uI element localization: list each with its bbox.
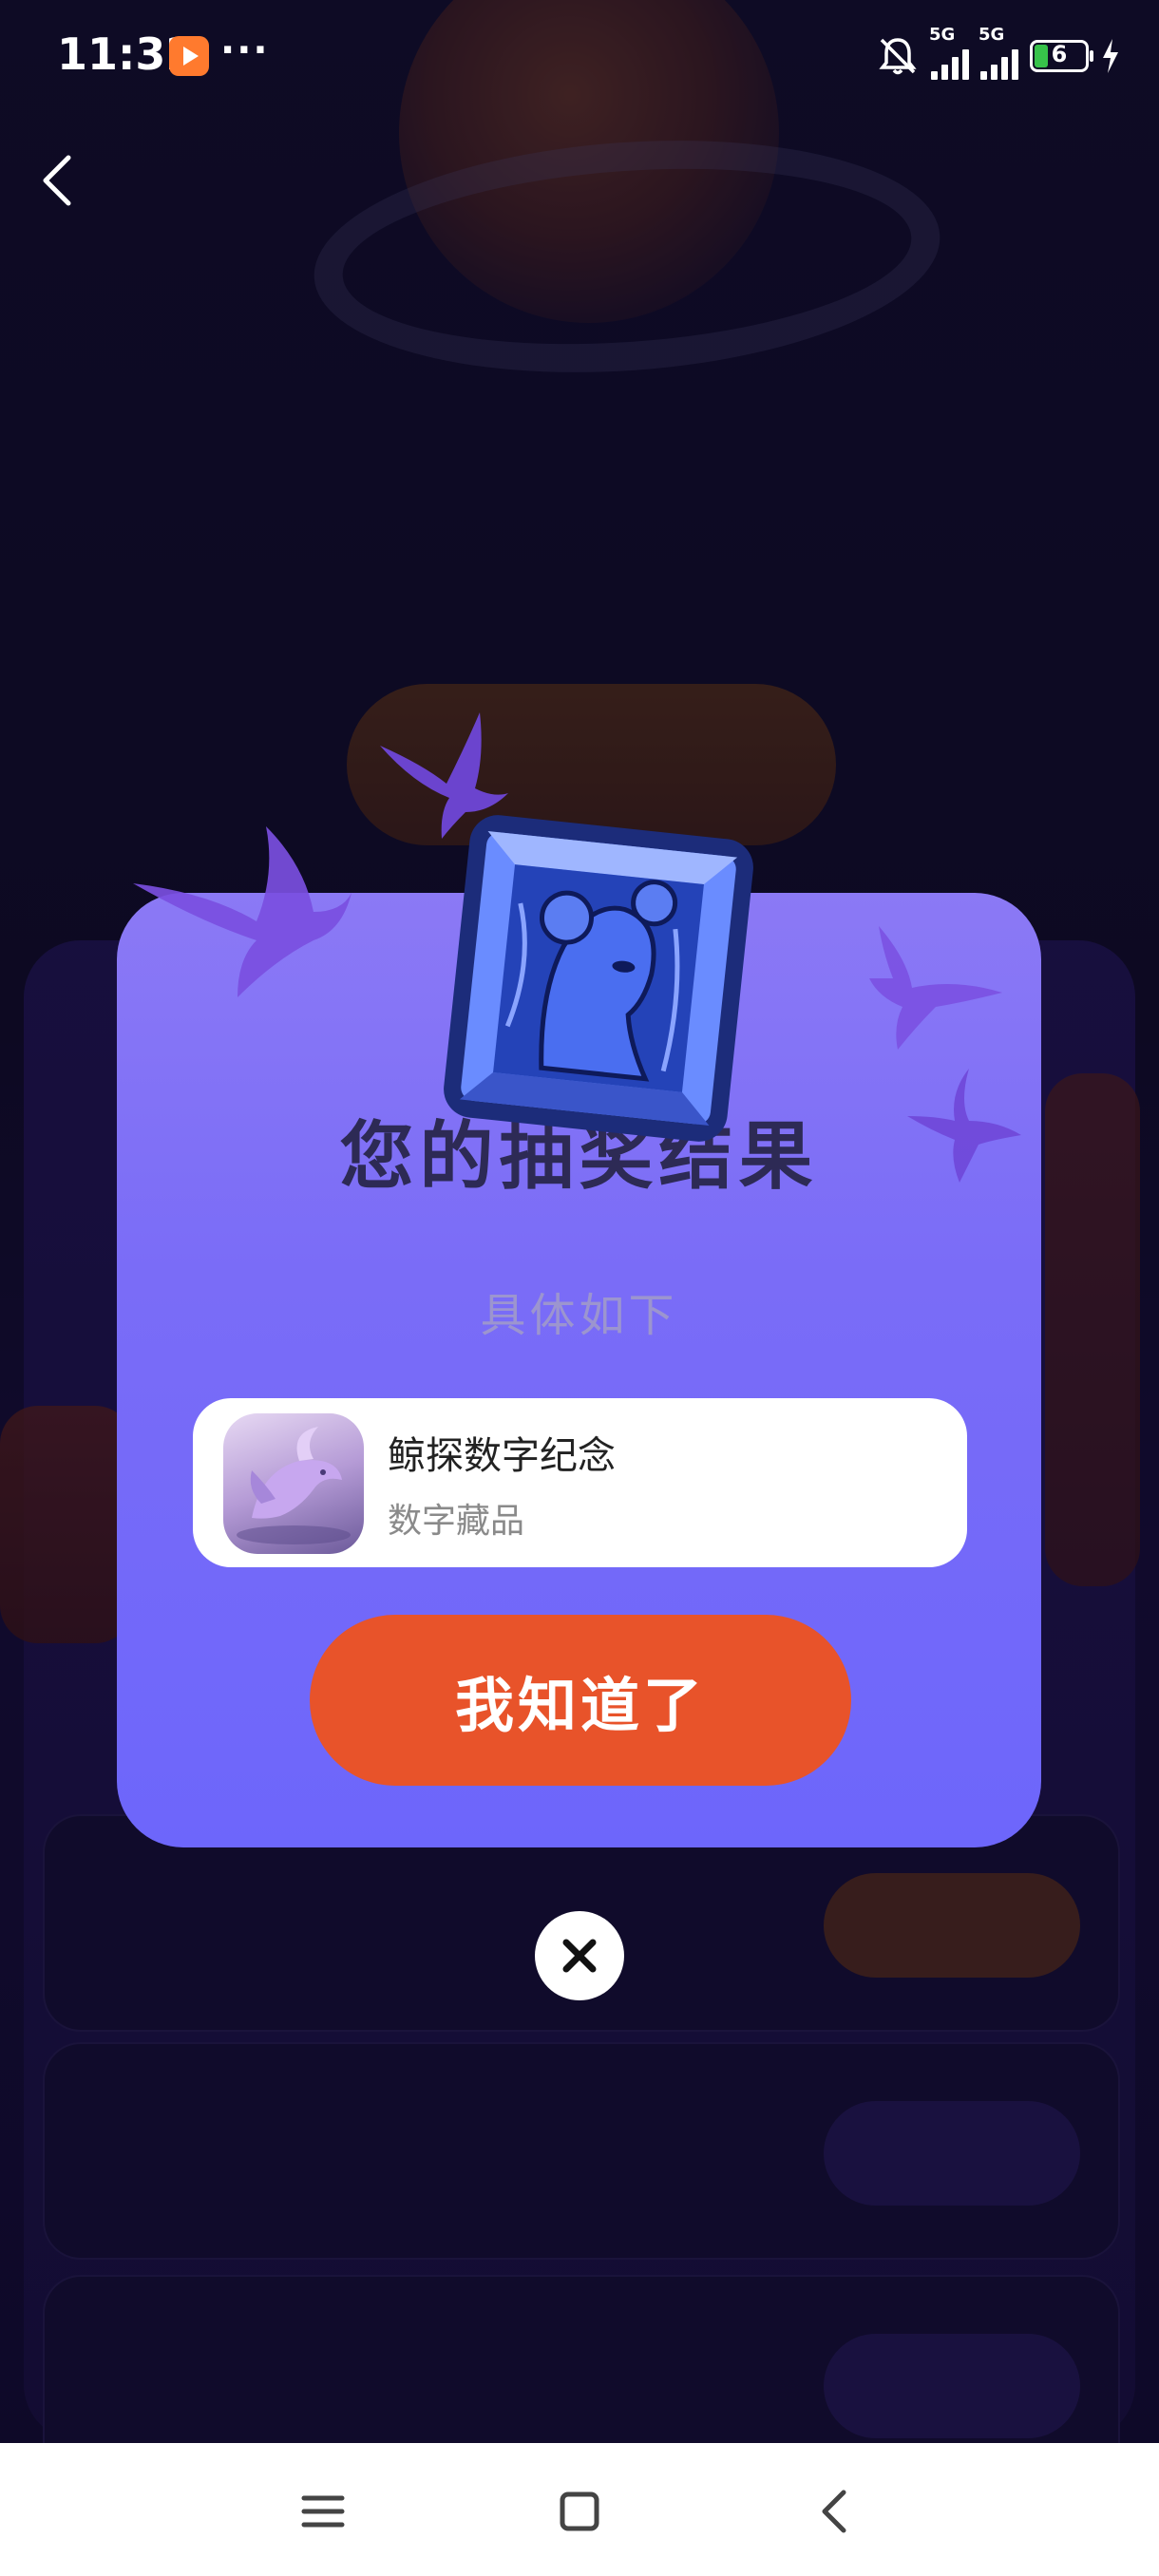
back-arrow-icon[interactable]: [34, 152, 82, 209]
home-icon[interactable]: [551, 2483, 608, 2540]
status-bar: 11:32 ··· 5G 5G 6: [0, 0, 1159, 114]
app-notification-icon: [169, 36, 209, 76]
framed-portrait-illustration: [444, 815, 753, 1142]
menu-icon[interactable]: [294, 2483, 352, 2540]
dove-icon: [869, 926, 1002, 1050]
battery-icon: 6: [1030, 40, 1093, 72]
dove-icon: [133, 826, 352, 997]
whale-collectible-icon: [223, 1413, 364, 1554]
battery-level: 6: [1051, 41, 1068, 67]
confirm-button[interactable]: 我知道了: [310, 1615, 851, 1786]
signal-label: 5G: [978, 25, 1005, 45]
more-notifications-indicator: ···: [220, 28, 270, 72]
prize-card: 鲸探数字纪念 数字藏品: [193, 1398, 967, 1567]
system-navigation-bar: [0, 2443, 1159, 2576]
charging-icon: [1103, 39, 1118, 73]
close-icon: [562, 1939, 597, 1973]
screen: 11:32 ··· 5G 5G 6 您的抽奖结果 具体如下 鲸探数字纪念 数字藏…: [0, 0, 1159, 2576]
signal-label: 5G: [929, 25, 956, 45]
signal-icon: 5G: [929, 25, 969, 80]
signal-icon: 5G: [978, 25, 1018, 80]
close-button[interactable]: [535, 1911, 624, 2000]
prize-type: 数字藏品: [388, 1502, 525, 1541]
dialog-subtitle: 具体如下: [480, 1289, 678, 1342]
mute-icon: [879, 38, 917, 75]
status-icons: 5G 5G 6: [876, 25, 1121, 80]
prize-name: 鲸探数字纪念: [388, 1434, 616, 1478]
dove-icon: [907, 1069, 1021, 1183]
back-icon[interactable]: [808, 2483, 864, 2540]
